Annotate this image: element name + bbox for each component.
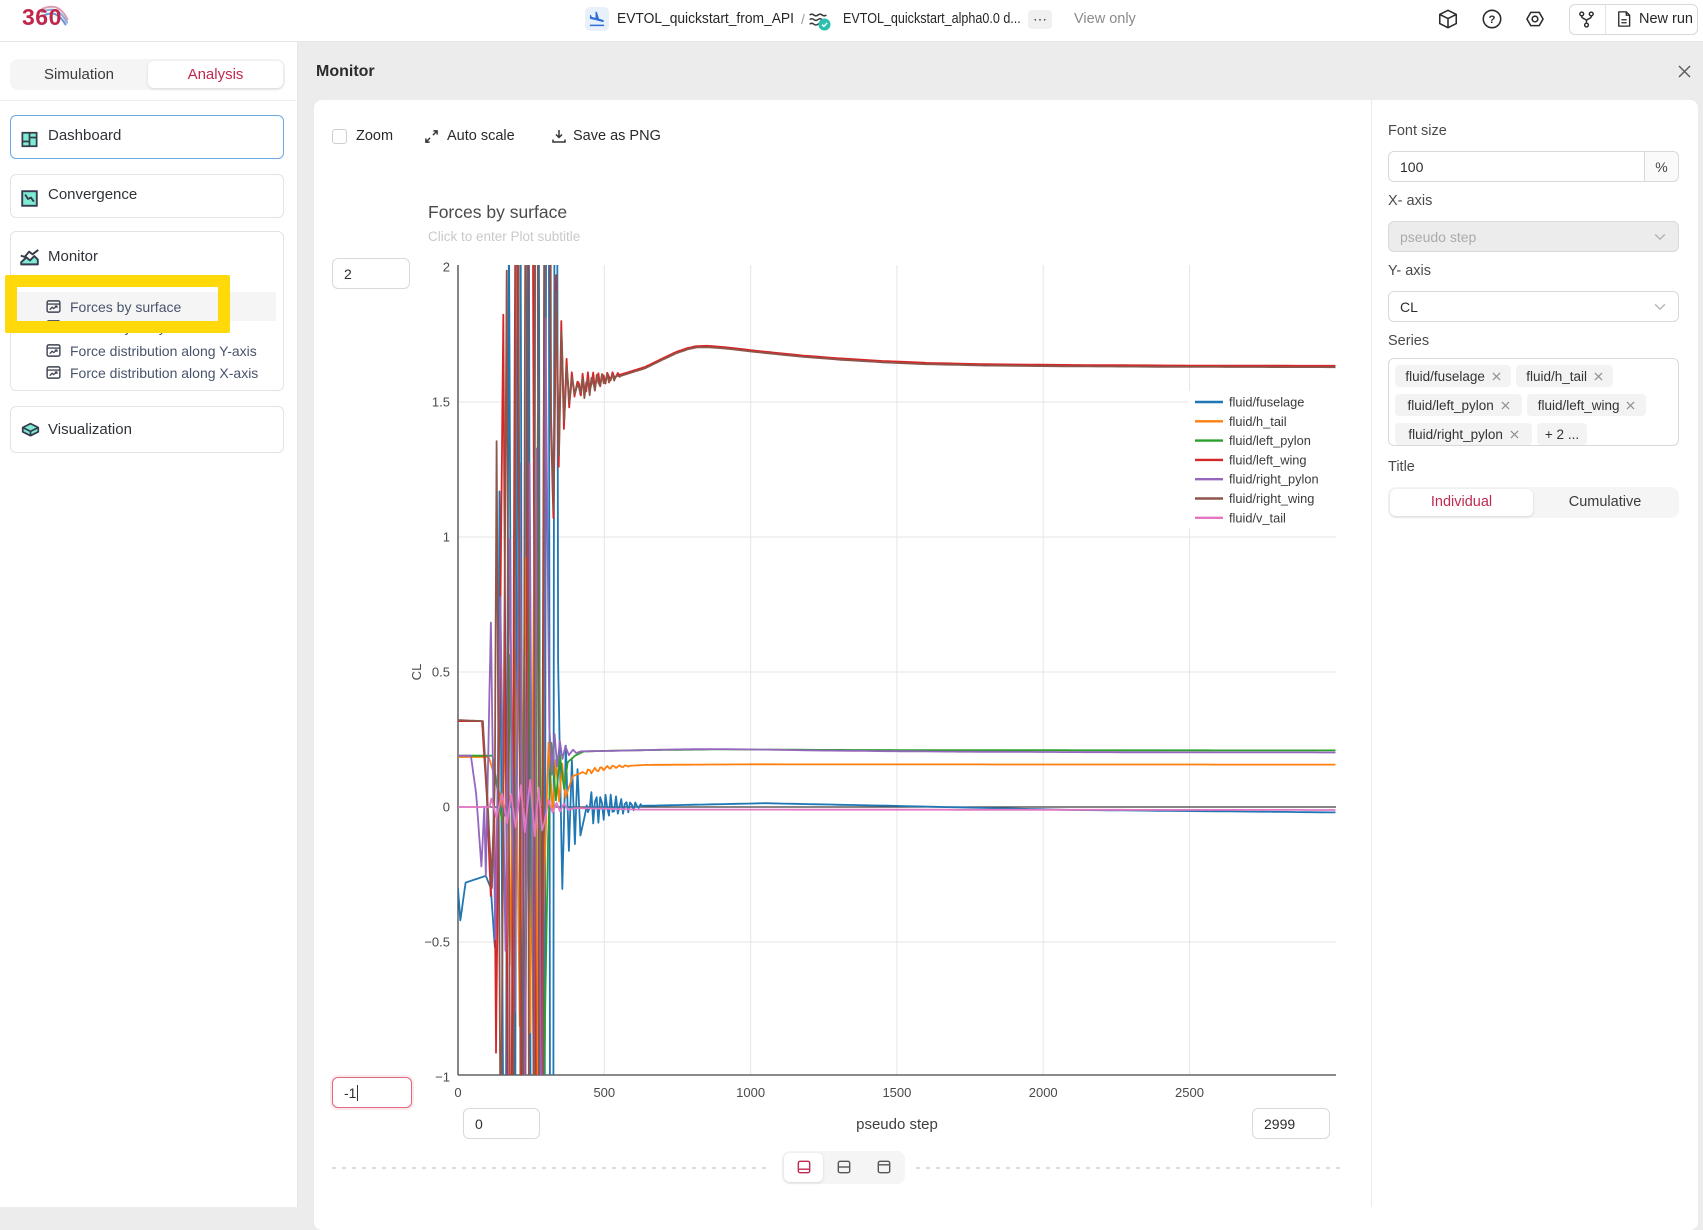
svg-text:Click to enter Plot subtitle: Click to enter Plot subtitle bbox=[428, 229, 580, 244]
svg-text:0: 0 bbox=[454, 1085, 461, 1100]
svg-text:fluid/h_tail: fluid/h_tail bbox=[1229, 414, 1287, 429]
svg-text:fluid/fuselage: fluid/fuselage bbox=[1229, 395, 1304, 410]
svg-text:2500: 2500 bbox=[1175, 1085, 1204, 1100]
svg-text:CL: CL bbox=[409, 664, 424, 681]
svg-text:fluid/v_tail: fluid/v_tail bbox=[1229, 510, 1286, 525]
svg-text:pseudo step: pseudo step bbox=[856, 1116, 938, 1133]
svg-text:?: ? bbox=[1489, 14, 1496, 26]
svg-text:1500: 1500 bbox=[882, 1085, 911, 1100]
svg-text:2000: 2000 bbox=[1029, 1085, 1058, 1100]
svg-text:0.5: 0.5 bbox=[432, 665, 450, 680]
svg-text:2: 2 bbox=[443, 260, 450, 275]
svg-text:fluid/left_wing: fluid/left_wing bbox=[1229, 452, 1307, 467]
svg-text:500: 500 bbox=[593, 1085, 615, 1100]
svg-text:−0.5: −0.5 bbox=[424, 935, 450, 950]
svg-text:−1: −1 bbox=[435, 1070, 450, 1085]
svg-text:fluid/left_pylon: fluid/left_pylon bbox=[1229, 433, 1311, 448]
svg-text:0: 0 bbox=[443, 800, 450, 815]
svg-text:1000: 1000 bbox=[736, 1085, 765, 1100]
svg-text:1.5: 1.5 bbox=[432, 395, 450, 410]
svg-text:fluid/right_pylon: fluid/right_pylon bbox=[1229, 472, 1319, 487]
svg-text:Forces by surface: Forces by surface bbox=[428, 202, 567, 222]
svg-text:1: 1 bbox=[443, 530, 450, 545]
svg-text:fluid/right_wing: fluid/right_wing bbox=[1229, 491, 1314, 506]
